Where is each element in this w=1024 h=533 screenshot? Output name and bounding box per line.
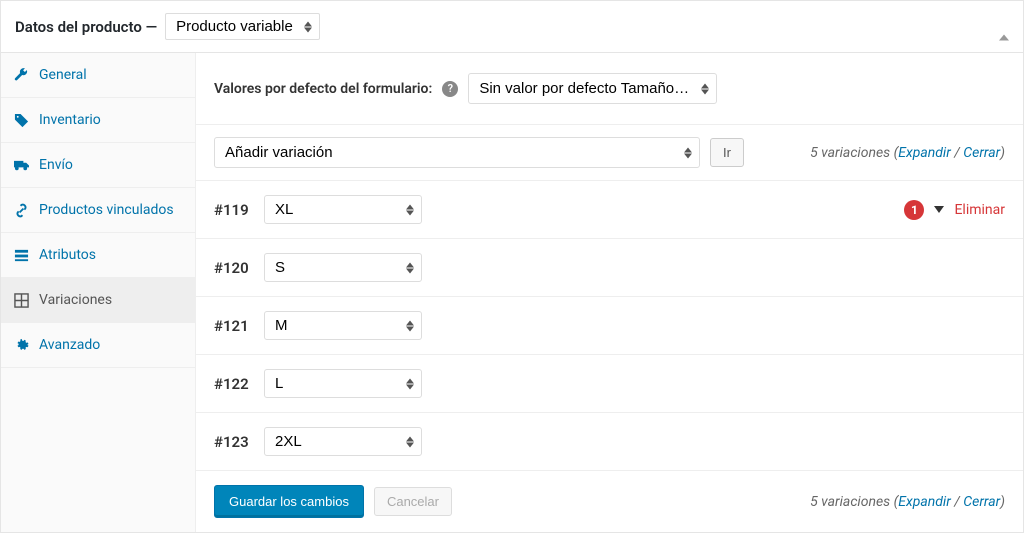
variation-row[interactable]: #123 2XL [196,412,1023,470]
wrench-icon [13,67,29,83]
tab-label: Variaciones [39,292,112,308]
tab-variations[interactable]: Variaciones [1,278,195,323]
variation-row-actions: 1 Eliminar [904,200,1005,220]
chevron-up-icon [999,19,1009,40]
gear-icon [13,337,29,353]
variations-count: 5 variaciones (Expandir / Cerrar) [810,494,1005,510]
variations-toolbar-bottom: Guardar los cambios Cancelar 5 variacion… [196,470,1023,532]
variations-toolbar-top: Añadir variación Ir 5 variaciones (Expan… [196,124,1023,181]
variations-count: 5 variaciones (Expandir / Cerrar) [810,145,1005,161]
tab-general[interactable]: General [1,53,195,98]
default-size-select[interactable]: Sin valor por defecto Tamaño… [468,73,717,104]
close-link[interactable]: Cerrar [963,494,1000,510]
grid-icon [13,292,29,308]
tab-label: Productos vinculados [39,202,174,218]
expand-link[interactable]: Expandir [898,145,951,161]
tab-label: General [39,67,87,83]
list-icon [13,247,29,263]
expand-link[interactable]: Expandir [898,494,951,510]
variation-id: #120 [214,259,256,277]
variation-size-select[interactable]: S [264,253,422,282]
variation-row[interactable]: #122 L [196,354,1023,412]
count-badge: 1 [904,200,924,220]
default-form-values-row: Valores por defecto del formulario: ? Si… [196,53,1023,124]
variation-size-select[interactable]: XL [264,195,422,224]
variation-id: #119 [214,201,256,219]
tab-attributes[interactable]: Atributos [1,233,195,278]
variation-action-select[interactable]: Añadir variación [214,137,700,168]
variations-list: #119 XL 1 Eliminar #120 S #121 M #122 L #123 2XL [196,181,1023,470]
variation-id: #121 [214,317,256,335]
go-button[interactable]: Ir [710,138,744,167]
tab-linked-products[interactable]: Productos vinculados [1,188,195,233]
product-type-select[interactable]: Producto variable [165,13,320,40]
variation-row[interactable]: #119 XL 1 Eliminar [196,181,1023,238]
variations-panel: Valores por defecto del formulario: ? Si… [196,53,1023,532]
tag-icon [13,112,29,128]
tab-label: Avanzado [39,337,100,353]
defaults-label: Valores por defecto del formulario: [214,81,432,97]
variation-row[interactable]: #121 M [196,296,1023,354]
product-data-panel: Datos del producto — Producto variable G… [0,0,1024,533]
panel-header: Datos del producto — Producto variable [1,1,1023,53]
variation-id: #123 [214,433,256,451]
tab-label: Atributos [39,247,96,263]
variation-size-select[interactable]: M [264,311,422,340]
variation-size-select[interactable]: L [264,369,422,398]
cancel-button[interactable]: Cancelar [374,487,452,516]
variation-size-select[interactable]: 2XL [264,427,422,456]
tab-shipping[interactable]: Envío [1,143,195,188]
tab-label: Envío [39,157,73,173]
truck-icon [13,157,29,173]
chevron-down-icon[interactable] [934,206,944,213]
tab-advanced[interactable]: Avanzado [1,323,195,368]
link-icon [13,202,29,218]
tab-inventory[interactable]: Inventario [1,98,195,143]
tab-label: Inventario [39,112,101,128]
delete-variation-link[interactable]: Eliminar [954,202,1005,218]
variation-id: #122 [214,375,256,393]
product-data-tabs: General Inventario Envío Productos vincu… [1,53,196,532]
help-icon[interactable]: ? [442,81,458,97]
panel-collapse-toggle[interactable] [999,19,1009,34]
save-button[interactable]: Guardar los cambios [214,485,364,518]
variation-row[interactable]: #120 S [196,238,1023,296]
panel-title: Datos del producto — [15,18,157,36]
close-link[interactable]: Cerrar [963,145,1000,161]
